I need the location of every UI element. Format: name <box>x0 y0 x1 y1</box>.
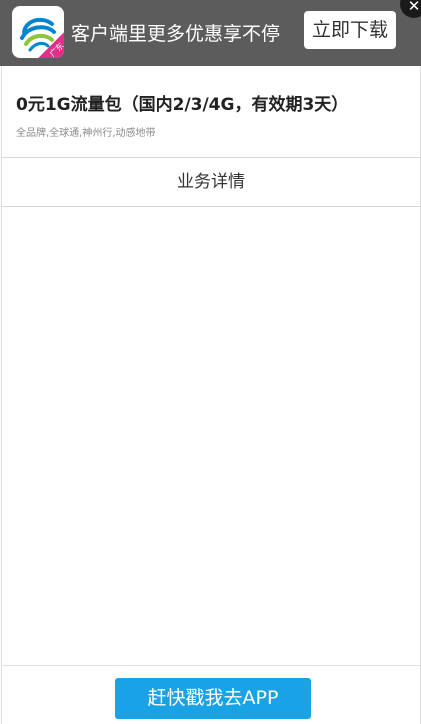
close-icon[interactable]: ✕ <box>400 0 421 18</box>
detail-content-area <box>2 207 420 665</box>
download-button[interactable]: 立即下载 <box>304 11 396 49</box>
product-brand-tags: 全品牌,全球通,神州行,动感地带 <box>16 128 156 139</box>
product-page: 0元1G流量包（国内2/3/4G，有效期3天） 全品牌,全球通,神州行,动感地带… <box>1 66 421 724</box>
banner-promo-text: 客户端里更多优惠享不停 <box>71 23 281 45</box>
app-download-banner[interactable]: 广东 客户端里更多优惠享不停 立即下载 ✕ <box>0 0 421 66</box>
footer-divider <box>2 665 420 666</box>
tab-business-detail[interactable]: 业务详情 <box>2 158 420 206</box>
go-to-app-button[interactable]: 赶快戳我去APP <box>115 678 311 719</box>
product-title: 0元1G流量包（国内2/3/4G，有效期3天） <box>16 95 349 115</box>
china-mobile-logo-icon[interactable]: 广东 <box>12 6 64 58</box>
